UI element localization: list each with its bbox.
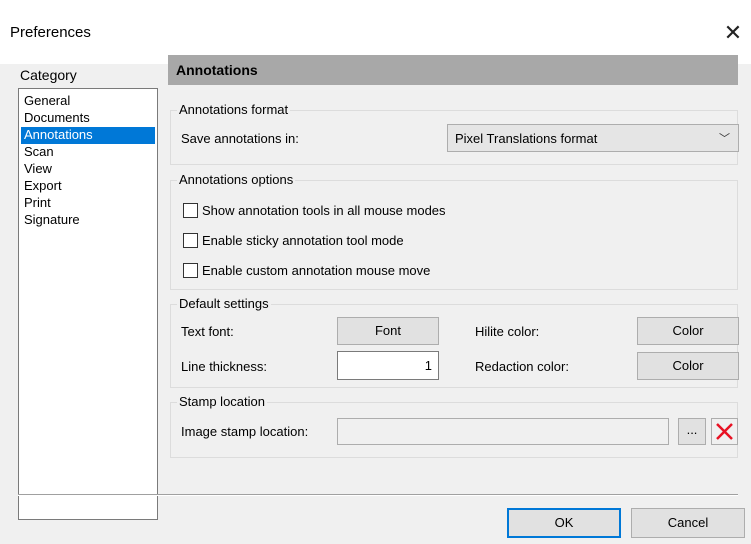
save-annotations-label: Save annotations in: [181,131,299,146]
redaction-color-button[interactable]: Color [637,352,739,380]
hilite-color-button[interactable]: Color [637,317,739,345]
text-font-label: Text font: [181,324,234,339]
clear-stamp-button[interactable] [711,418,738,445]
line-thickness-input[interactable]: 1 [337,351,439,380]
footer-separator-highlight [18,495,738,496]
ok-button[interactable]: OK [507,508,621,538]
red-x-icon [716,423,733,440]
category-item-view[interactable]: View [21,161,155,178]
sticky-mode-label: Enable sticky annotation tool mode [202,233,404,248]
cancel-button[interactable]: Cancel [631,508,745,538]
save-format-select[interactable]: Pixel Translations format ﹀ [447,124,739,152]
custom-mouse-label: Enable custom annotation mouse move [202,263,431,278]
show-tools-checkbox[interactable] [183,203,198,218]
category-item-general[interactable]: General [21,93,155,110]
category-item-scan[interactable]: Scan [21,144,155,161]
panel-title: Annotations [176,62,258,78]
custom-mouse-checkbox[interactable] [183,263,198,278]
redaction-color-label: Redaction color: [475,359,569,374]
annotations-options-title: Annotations options [177,172,296,187]
image-stamp-path-input[interactable] [337,418,669,445]
panel-header: Annotations [168,55,738,85]
save-format-value: Pixel Translations format [455,131,598,146]
category-item-export[interactable]: Export [21,178,155,195]
default-settings-title: Default settings [177,296,271,311]
font-button[interactable]: Font [337,317,439,345]
show-tools-label: Show annotation tools in all mouse modes [202,203,446,218]
category-list[interactable]: General Documents Annotations Scan View … [18,88,158,520]
window-title: Preferences [10,24,91,41]
sticky-mode-checkbox[interactable] [183,233,198,248]
chevron-down-icon: ﹀ [719,133,730,145]
category-item-print[interactable]: Print [21,195,155,212]
category-item-annotations[interactable]: Annotations [21,127,155,144]
annotations-format-title: Annotations format [177,102,291,117]
image-stamp-label: Image stamp location: [181,424,309,439]
category-label: Category [20,67,77,83]
stamp-location-title: Stamp location [177,394,267,409]
browse-button[interactable]: ... [678,418,706,445]
category-item-signature[interactable]: Signature [21,212,155,229]
hilite-color-label: Hilite color: [475,324,540,339]
line-thickness-label: Line thickness: [181,359,267,374]
close-icon[interactable]: ✕ [718,18,748,48]
category-item-documents[interactable]: Documents [21,110,155,127]
